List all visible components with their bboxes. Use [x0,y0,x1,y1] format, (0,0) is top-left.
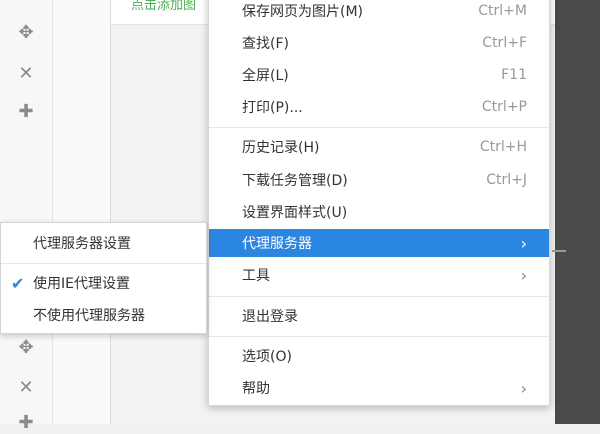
submenu-item-use-ie-proxy[interactable]: ✔ 使用IE代理设置 [1,269,206,297]
menu-item-label: 退出登录 [242,309,298,325]
chevron-right-icon: › [520,378,527,398]
menu-item-options[interactable]: 选项(O) [209,342,549,370]
menu-item-shortcut: Ctrl+J [486,172,527,188]
menu-item-shortcut: Ctrl+M [478,3,527,19]
menu-item-tools[interactable]: 工具 › [209,261,549,289]
menu-separator [209,127,549,128]
menu-item-label: 选项(O) [242,349,292,365]
menu-item-label: 历史记录(H) [242,140,320,156]
menu-item-ui-style[interactable]: 设置界面样式(U) [209,198,549,226]
menu-item-label: 全屏(L) [242,68,289,84]
menu-item-shortcut: Ctrl+P [481,99,527,115]
menu-item-save-page-as-image[interactable]: 保存网页为图片(M) Ctrl+M [209,0,549,25]
plus-icon[interactable]: ✚ [14,99,38,123]
menu-item-find[interactable]: 查找(F) Ctrl+F [209,29,549,57]
menu-item-proxy-server[interactable]: 代理服务器 › [209,229,549,257]
right-dark-panel [555,0,600,424]
context-menu: 保存网页为图片(M) Ctrl+M 查找(F) Ctrl+F 全屏(L) F11… [208,0,550,406]
close-icon[interactable]: ✕ [14,61,38,85]
proxy-submenu: 代理服务器设置 ✔ 使用IE代理设置 不使用代理服务器 [0,222,207,334]
submenu-item-label: 代理服务器设置 [33,236,131,252]
menu-item-history[interactable]: 历史记录(H) Ctrl+H [209,133,549,161]
move-icon[interactable]: ✥ [14,335,38,359]
menu-separator [209,296,549,297]
menu-item-download-manager[interactable]: 下载任务管理(D) Ctrl+J [209,166,549,194]
menu-item-print[interactable]: 打印(P)... Ctrl+P [209,93,549,121]
close-icon[interactable]: ✕ [14,375,38,399]
submenu-item-no-proxy[interactable]: 不使用代理服务器 [1,301,206,329]
menu-item-label: 代理服务器 [242,236,312,252]
move-icon[interactable]: ✥ [14,20,38,44]
menu-item-help[interactable]: 帮助 › [209,374,549,402]
menu-item-label: 帮助 [242,381,270,397]
chevron-right-icon: › [520,233,527,253]
add-image-link[interactable]: 点击添加图 [131,0,196,13]
menu-item-label: 工具 [242,268,270,284]
menu-item-label: 保存网页为图片(M) [242,4,364,20]
submenu-separator [1,263,206,264]
menu-item-logout[interactable]: 退出登录 [209,302,549,330]
submenu-item-label: 不使用代理服务器 [33,308,145,324]
side-panel [52,0,111,424]
divider-mark [552,250,566,252]
chevron-right-icon: › [520,265,527,285]
menu-item-shortcut: Ctrl+F [482,35,527,51]
menu-item-fullscreen[interactable]: 全屏(L) F11 [209,61,549,89]
menu-separator [209,336,549,337]
menu-item-label: 下载任务管理(D) [242,173,348,189]
menu-item-shortcut: Ctrl+H [479,139,527,155]
checkmark-icon: ✔ [11,273,25,293]
menu-item-label: 打印(P)... [242,100,303,116]
submenu-item-proxy-settings[interactable]: 代理服务器设置 [1,229,206,257]
menu-item-shortcut: F11 [501,67,527,83]
submenu-item-label: 使用IE代理设置 [33,276,130,292]
left-toolbar: ✥ ✕ ✚ ✥ ✕ ✚ [0,0,52,433]
menu-item-label: 设置界面样式(U) [242,205,348,221]
plus-icon[interactable]: ✚ [14,410,38,434]
menu-item-label: 查找(F) [242,36,289,52]
